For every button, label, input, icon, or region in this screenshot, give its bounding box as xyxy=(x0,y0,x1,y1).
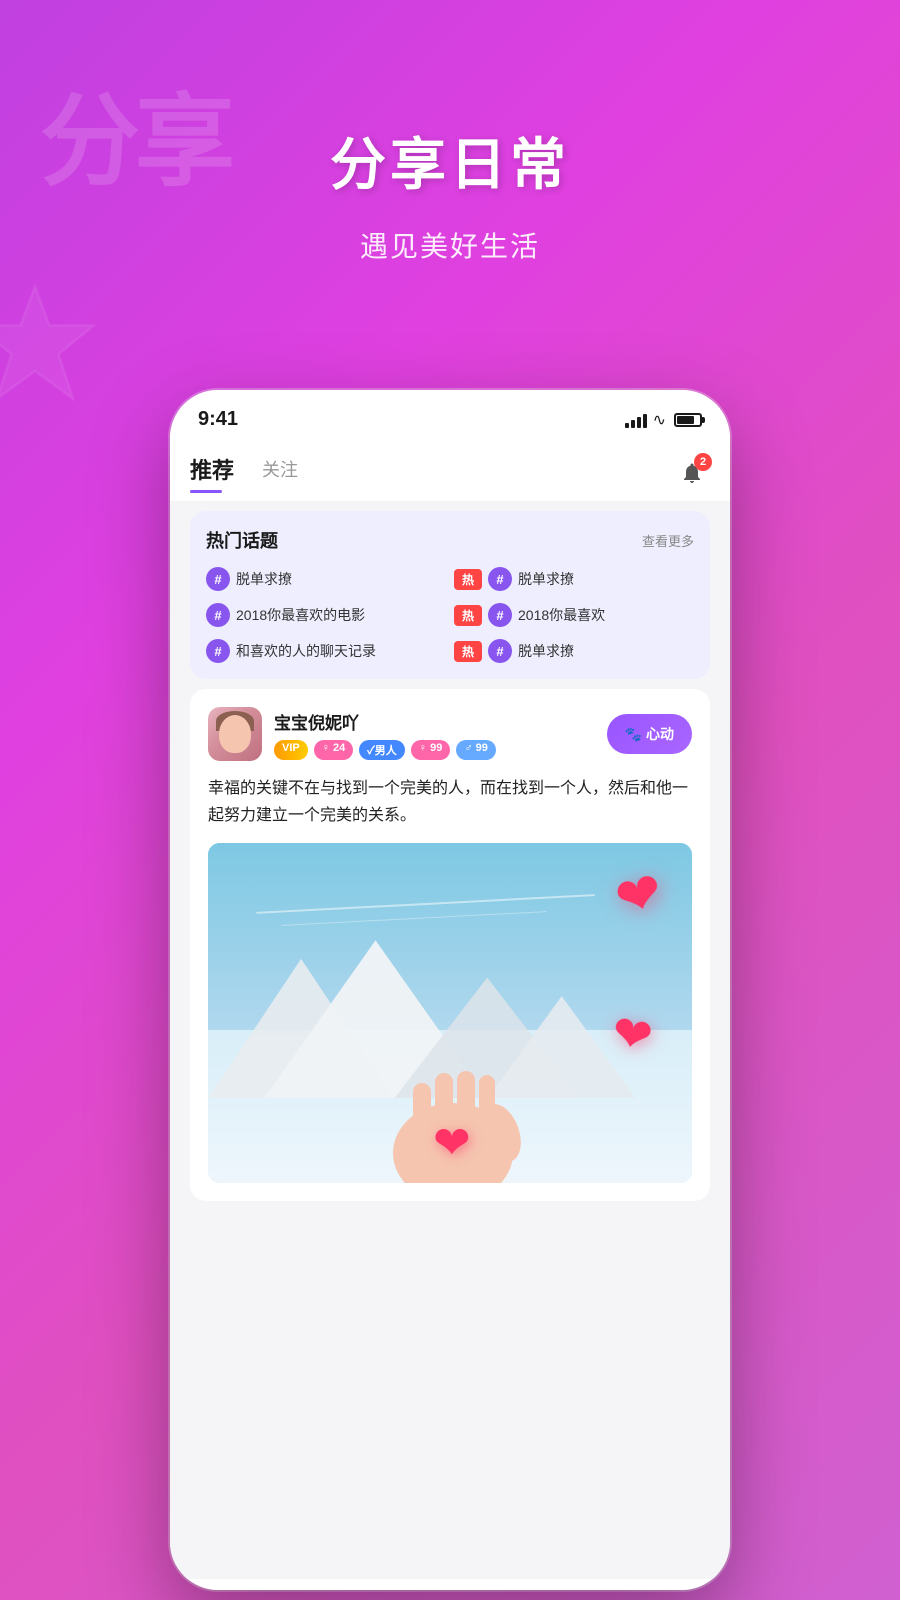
hot-topics-title: 热门话题 xyxy=(206,527,278,553)
topic-row-3: # 和喜欢的人的聊天记录 热 # 脱单求撩 xyxy=(206,639,694,663)
hash-icon-5: # xyxy=(206,639,230,663)
status-bar: 9:41 ∿ xyxy=(170,390,730,439)
status-icons: ∿ xyxy=(625,410,702,430)
post-tags: VIP ♀ 24 ✓男人 ♀ 99 ♂ 99 xyxy=(274,740,607,760)
heart-button-label: 心动 xyxy=(646,724,674,744)
topic-row-2: # 2018你最喜欢的电影 热 # 2018你最喜欢 xyxy=(206,603,694,627)
hand-heart-image: ❤ xyxy=(353,1003,553,1183)
hash-icon-2: # xyxy=(488,567,512,591)
topic-text-1: 脱单求撩 xyxy=(236,569,292,589)
heart-button-icon: 🐾 xyxy=(625,726,642,743)
subtitle: 遇见美好生活 xyxy=(0,225,900,265)
tag-score-female: ♀ 99 xyxy=(411,740,451,760)
hash-icon-1: # xyxy=(206,567,230,591)
tab-bar: 推荐 关注 ⚬ 2 xyxy=(170,439,730,501)
wifi-icon: ∿ xyxy=(653,410,666,430)
hash-icon-3: # xyxy=(206,603,230,627)
tag-match: ✓男人 xyxy=(359,740,405,760)
decorative-star xyxy=(0,280,100,410)
tag-vip: VIP xyxy=(274,740,308,760)
hot-topics-card: 热门话题 查看更多 # 脱单求撩 热 # 脱单求撩 # 2018你 xyxy=(190,511,710,679)
hot-badge-1: 热 xyxy=(454,569,482,590)
post-image: ❤ xyxy=(208,843,692,1183)
topic-text-6: 脱单求撩 xyxy=(518,641,574,661)
bell-badge: 2 xyxy=(694,453,712,471)
topic-item-6[interactable]: 热 # 脱单求撩 xyxy=(454,639,694,663)
status-time: 9:41 xyxy=(198,408,238,431)
heart-button[interactable]: 🐾 心动 xyxy=(607,714,692,754)
mountain-background: ❤ xyxy=(208,843,692,1183)
tab-recommended[interactable]: 推荐 xyxy=(190,453,234,493)
post-header: 宝宝倪妮吖 VIP ♀ 24 ✓男人 ♀ 99 ♂ 99 🐾 心动 xyxy=(208,707,692,761)
main-title: 分享日常 xyxy=(0,120,900,201)
topic-text-2: 脱单求撩 xyxy=(518,569,574,589)
hot-topics-header: 热门话题 查看更多 xyxy=(206,527,694,553)
topic-row-1: # 脱单求撩 热 # 脱单求撩 xyxy=(206,567,694,591)
post-user-info: 宝宝倪妮吖 VIP ♀ 24 ✓男人 ♀ 99 ♂ 99 xyxy=(274,709,607,760)
hash-icon-4: # xyxy=(488,603,512,627)
topic-item-4[interactable]: 热 # 2018你最喜欢 xyxy=(454,603,694,627)
tab-following[interactable]: 关注 xyxy=(262,456,298,490)
tag-gender: ♀ 24 xyxy=(314,740,354,760)
post-content-text: 幸福的关键不在与找到一个完美的人，而在找到一个人，然后和他一起努力建立一个完美的… xyxy=(208,775,692,829)
topic-item-1[interactable]: # 脱单求撩 xyxy=(206,567,446,591)
app-content: 推荐 关注 ⚬ 2 热门话题 查看更多 # 脱单求撩 xyxy=(170,439,730,1579)
topic-text-3: 2018你最喜欢的电影 xyxy=(236,605,365,625)
phone-mockup: 9:41 ∿ 推荐 关注 ⚬ 2 xyxy=(170,390,730,1590)
topic-item-5[interactable]: # 和喜欢的人的聊天记录 xyxy=(206,639,446,663)
avatar xyxy=(208,707,262,761)
topic-text-5: 和喜欢的人的聊天记录 xyxy=(236,641,376,661)
header-section: 分享日常 遇见美好生活 xyxy=(0,0,900,265)
hash-icon-6: # xyxy=(488,639,512,663)
topic-item-3[interactable]: # 2018你最喜欢的电影 xyxy=(206,603,446,627)
topic-text-4: 2018你最喜欢 xyxy=(518,605,605,625)
hot-badge-2: 热 xyxy=(454,605,482,626)
hot-topics-more[interactable]: 查看更多 xyxy=(642,531,694,550)
topic-item-2[interactable]: 热 # 脱单求撩 xyxy=(454,567,694,591)
post-username: 宝宝倪妮吖 xyxy=(274,709,607,734)
post-card: 宝宝倪妮吖 VIP ♀ 24 ✓男人 ♀ 99 ♂ 99 🐾 心动 幸福的关键 xyxy=(190,689,710,1201)
hot-badge-3: 热 xyxy=(454,641,482,662)
battery-icon xyxy=(674,413,702,427)
signal-icon xyxy=(625,412,647,428)
bell-button[interactable]: ⚬ 2 xyxy=(674,455,710,491)
svg-text:❤: ❤ xyxy=(433,1117,471,1168)
tag-score-male: ♂ 99 xyxy=(456,740,496,760)
